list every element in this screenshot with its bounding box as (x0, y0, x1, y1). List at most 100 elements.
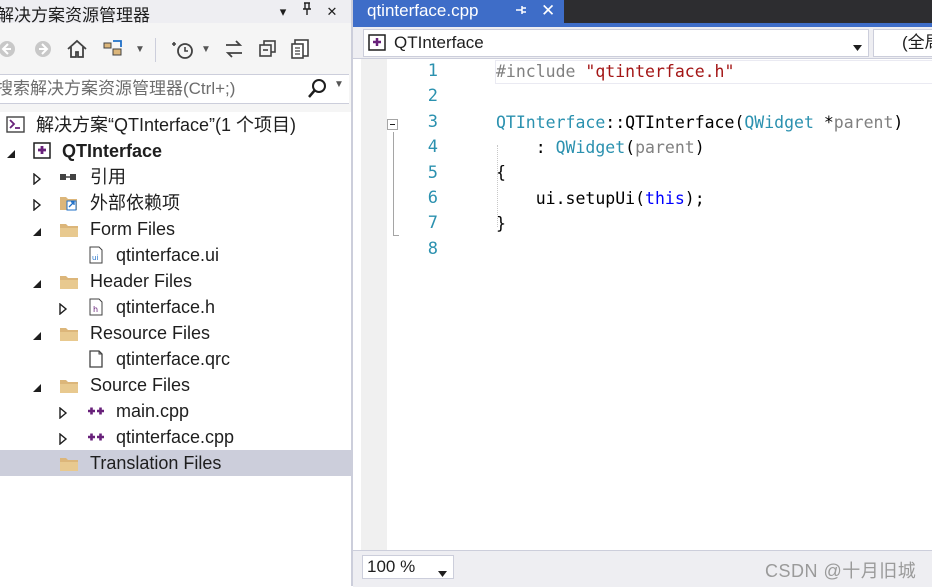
tree-item[interactable]: 引用 (0, 164, 351, 190)
tree-item[interactable]: qtinterface.qrc (0, 346, 351, 372)
tab-qtinterface-cpp[interactable]: qtinterface.cpp ✕ (353, 0, 564, 23)
tree-item-label: Translation Files (90, 453, 222, 473)
switch-views-icon[interactable] (100, 34, 130, 64)
tree-item-label: 外部依赖项 (90, 193, 180, 213)
indicator-margin (361, 59, 387, 550)
document-tab-bar: qtinterface.cpp ✕ (353, 0, 932, 23)
tree-item-label: qtinterface.cpp (116, 427, 235, 447)
tree-item-label: main.cpp (116, 401, 190, 421)
code-line-3: QTInterface::QTInterface(QWidget *parent… (496, 113, 904, 132)
tree-item[interactable]: Header Files (0, 268, 351, 294)
solution-explorer-toolbar: ▼ ▼ (0, 26, 351, 74)
svg-text:ui: ui (92, 254, 98, 262)
search-input[interactable] (0, 75, 300, 103)
line-number: 5 (427, 162, 438, 183)
tree-item-label: Form Files (90, 219, 175, 239)
outline-region-line (393, 132, 394, 236)
chevron-down-icon (438, 564, 447, 582)
code-editor: qtinterface.cpp ✕ QTInterface (全局 123456… (353, 0, 932, 587)
solution-tree: 解决方案“QTInterface”(1 个项目) QTInterface 引用外部依… (0, 112, 351, 586)
solution-explorer-titlebar: 解决方案资源管理器 ▾ ✕ (0, 0, 351, 25)
history-dropdown-icon[interactable]: ▼ (200, 34, 212, 64)
references-icon (59, 168, 79, 186)
member-text: (全局 (902, 33, 932, 52)
tree-item[interactable]: Translation Files (0, 450, 351, 476)
tree-item-label: qtinterface.h (116, 297, 216, 317)
line-number-margin: 12345678 (387, 59, 438, 550)
tree-item-label: 解决方案“QTInterface”(1 个项目) (36, 115, 297, 135)
back-icon[interactable] (0, 34, 18, 64)
collapse-region-icon[interactable] (387, 119, 399, 131)
watermark: CSDN @十月旧城 (765, 561, 917, 581)
folder-icon (59, 220, 79, 238)
tab-label: qtinterface.cpp (367, 1, 479, 20)
svg-text:h: h (93, 305, 98, 314)
scope-dropdown[interactable]: QTInterface (363, 29, 869, 57)
folder-icon (59, 324, 79, 342)
sync-icon[interactable] (222, 34, 246, 64)
tree-item[interactable]: Resource Files (0, 320, 351, 346)
tree-item-label: qtinterface.qrc (116, 349, 231, 369)
forward-icon[interactable] (32, 34, 54, 64)
tree-item-label: QTInterface (62, 141, 163, 161)
zoom-level: 100 % (367, 557, 416, 576)
solution-icon (6, 116, 26, 134)
panel-title: 解决方案资源管理器 (0, 6, 150, 25)
home-icon[interactable] (65, 34, 89, 64)
member-dropdown[interactable]: (全局 (873, 29, 932, 57)
zoom-dropdown[interactable]: 100 % (362, 555, 454, 579)
tree-item-label: Resource Files (90, 323, 211, 343)
tree-item[interactable]: qtinterface.cpp (0, 424, 351, 450)
folder-icon (59, 272, 79, 290)
tree-item[interactable]: ui qtinterface.ui (0, 242, 351, 268)
tree-item[interactable]: Form Files (0, 216, 351, 242)
indent-guide (497, 145, 498, 227)
folder-icon (59, 454, 79, 472)
pin-icon[interactable] (297, 0, 317, 23)
switch-views-dropdown-icon[interactable]: ▼ (134, 34, 146, 64)
outline-region-end (393, 235, 399, 236)
folder-icon (59, 376, 79, 394)
solution-explorer-panel: 解决方案资源管理器 ▾ ✕ ▼ ▼ 搜索解决方案资源管理器(Ctrl+;) ▼ … (0, 0, 351, 586)
external-deps-icon (59, 194, 79, 212)
code-line-1: #include "qtinterface.h" (496, 62, 735, 81)
code-line-6: ui.setupUi(this); (496, 189, 705, 208)
line-number: 6 (427, 188, 438, 208)
scope-text: QTInterface (394, 33, 484, 52)
code-line-4: : QWidget(parent) (496, 138, 705, 157)
code-area[interactable]: #include "qtinterface.h" QTInterface::QT… (448, 59, 932, 550)
tree-item-label: Source Files (90, 375, 191, 395)
tree-item[interactable]: Source Files (0, 372, 351, 398)
tree-item-label: 引用 (90, 167, 126, 187)
tree-item[interactable]: 外部依赖项 (0, 190, 351, 216)
toolbar-separator (155, 38, 156, 62)
navigation-bar: QTInterface (全局 (353, 27, 932, 59)
tree-item[interactable]: 解决方案“QTInterface”(1 个项目) (0, 112, 351, 138)
line-number: 4 (427, 137, 438, 158)
search-icon[interactable] (306, 78, 328, 105)
file-icon (87, 350, 107, 368)
qt-project-icon (368, 34, 388, 57)
search-options-dropdown-icon[interactable]: ▼ (334, 79, 344, 90)
line-number: 8 (427, 238, 438, 259)
line-number: 2 (427, 86, 438, 107)
tree-item[interactable]: main.cpp (0, 398, 351, 424)
cpp-file-icon (87, 428, 107, 446)
properties-icon[interactable] (288, 34, 314, 64)
collapse-all-icon[interactable] (256, 34, 280, 64)
qt-project-icon (33, 142, 53, 160)
tab-close-icon[interactable]: ✕ (541, 0, 555, 21)
ui-file-icon: ui (87, 246, 107, 264)
close-icon[interactable]: ✕ (322, 0, 342, 23)
tree-item-label: Header Files (90, 271, 193, 291)
history-icon[interactable] (168, 34, 198, 64)
window-menu-dropdown-icon[interactable]: ▾ (273, 0, 293, 23)
line-number: 7 (427, 213, 438, 234)
line-number: 1 (427, 61, 438, 81)
search-box: ▼ (0, 74, 349, 104)
tree-item-label: qtinterface.ui (116, 245, 220, 265)
tab-pin-icon[interactable] (514, 2, 528, 23)
cpp-file-icon (87, 402, 107, 420)
tree-item[interactable]: QTInterface (0, 138, 351, 164)
tree-item[interactable]: h qtinterface.h (0, 294, 351, 320)
